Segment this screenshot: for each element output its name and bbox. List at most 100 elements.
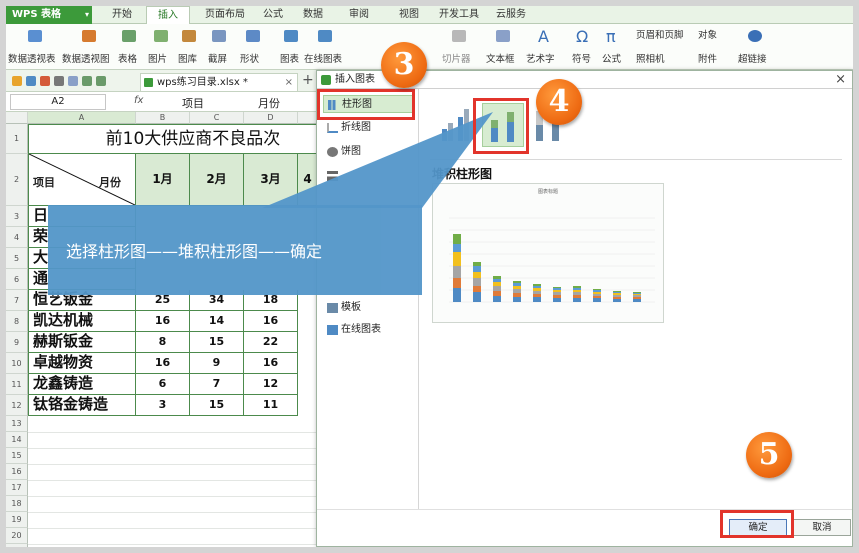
supplier-name-cell[interactable]: 钛铬金铸造	[28, 395, 136, 416]
chart-button[interactable]: 图表	[280, 51, 299, 65]
value-cell[interactable]: 22	[244, 332, 298, 353]
row-header[interactable]: 17	[6, 480, 28, 496]
header-footer-button[interactable]: 页眉和页脚	[636, 27, 684, 41]
row-header[interactable]: 6	[6, 269, 28, 290]
chart-type-template[interactable]: 模板	[323, 299, 413, 317]
pdf-icon[interactable]	[40, 76, 50, 86]
formula-button[interactable]: 公式	[602, 51, 621, 65]
value-cell[interactable]: 6	[136, 374, 190, 395]
preview-icon[interactable]	[68, 76, 78, 86]
month-header-cell[interactable]: 3月	[244, 154, 298, 206]
camera-button[interactable]: 照相机	[636, 51, 665, 65]
row-header[interactable]: 1	[6, 124, 28, 154]
close-icon[interactable]: ×	[835, 71, 846, 89]
row-header[interactable]: 4	[6, 227, 28, 248]
redo-icon[interactable]	[96, 76, 106, 86]
row-header[interactable]: 2	[6, 154, 28, 206]
row-header[interactable]: 8	[6, 311, 28, 332]
object-button[interactable]: 对象	[698, 27, 717, 41]
app-menu-button[interactable]: WPS 表格 ▾	[6, 6, 92, 24]
column-header-a[interactable]: A	[28, 112, 136, 124]
chart-type-pie[interactable]: 饼图	[323, 143, 413, 161]
row-header[interactable]: 20	[6, 528, 28, 544]
supplier-name-cell[interactable]: 龙鑫铸造	[28, 374, 136, 395]
row-header[interactable]: 18	[6, 496, 28, 512]
attachment-button[interactable]: 附件	[698, 51, 717, 65]
tab-developer[interactable]: 开发工具	[434, 6, 484, 24]
table-button[interactable]: 表格	[118, 51, 137, 65]
month-header-cell[interactable]: 1月	[136, 154, 190, 206]
row-header[interactable]: 16	[6, 464, 28, 480]
sheet-title-cell[interactable]: 前10大供应商不良品次	[28, 124, 316, 154]
formula-content-item[interactable]: 项目	[182, 95, 204, 111]
row-header[interactable]: 9	[6, 332, 28, 353]
chart-type-column[interactable]: 柱形图	[323, 95, 413, 113]
name-box[interactable]: A2	[10, 94, 106, 110]
picture-button[interactable]: 图片	[148, 51, 167, 65]
column-header-d[interactable]: D	[244, 112, 298, 124]
supplier-name-cell[interactable]: 卓越物资	[28, 353, 136, 374]
slicer-button[interactable]: 切片器	[442, 51, 471, 65]
corner-select-all[interactable]	[6, 112, 28, 124]
value-cell[interactable]: 8	[136, 332, 190, 353]
value-cell[interactable]: 14	[190, 311, 244, 332]
formula-content-month[interactable]: 月份	[258, 95, 280, 111]
row-header[interactable]: 10	[6, 353, 28, 374]
row-header[interactable]: 21	[6, 544, 28, 547]
row-header[interactable]: 14	[6, 432, 28, 448]
row-header[interactable]: 5	[6, 248, 28, 269]
undo-icon[interactable]	[82, 76, 92, 86]
value-cell[interactable]: 7	[190, 374, 244, 395]
tab-view[interactable]: 视图	[392, 6, 426, 24]
diagonal-header-cell[interactable]: 项目 月份	[28, 154, 136, 206]
row-header[interactable]: 11	[6, 374, 28, 395]
supplier-name-cell[interactable]: 凯达机械	[28, 311, 136, 332]
fx-icon[interactable]: fx	[134, 95, 143, 106]
online-chart-button[interactable]: 在线图表	[304, 51, 342, 65]
wordart-button[interactable]: 艺术字	[526, 51, 555, 65]
chart-preview[interactable]: 图表标题	[432, 183, 664, 323]
screenshot-button[interactable]: 截屏	[208, 51, 227, 65]
shapes-button[interactable]: 形状	[240, 51, 259, 65]
ok-button[interactable]: 确定	[729, 519, 787, 536]
value-cell[interactable]: 16	[244, 353, 298, 374]
subtype-clustered-column[interactable]	[436, 103, 478, 147]
row-header[interactable]: 3	[6, 206, 28, 227]
tab-formulas[interactable]: 公式	[256, 6, 290, 24]
value-cell[interactable]: 9	[190, 353, 244, 374]
document-tab[interactable]: wps练习目录.xlsx * ×	[140, 73, 298, 91]
month-header-cell[interactable]: 4	[298, 154, 316, 206]
supplier-name-cell[interactable]: 赫斯钣金	[28, 332, 136, 353]
value-cell[interactable]: 3	[136, 395, 190, 416]
value-cell[interactable]: 12	[244, 374, 298, 395]
chart-type-online[interactable]: 在线图表	[323, 321, 413, 339]
month-header-cell[interactable]: 2月	[190, 154, 244, 206]
open-folder-icon[interactable]	[12, 76, 22, 86]
gallery-button[interactable]: 图库	[178, 51, 197, 65]
pivot-chart-button[interactable]: 数据透视图	[62, 51, 110, 65]
value-cell[interactable]: 15	[190, 332, 244, 353]
new-tab-plus-icon[interactable]: +	[302, 72, 314, 88]
row-header[interactable]: 12	[6, 395, 28, 416]
column-header-c[interactable]: C	[190, 112, 244, 124]
tab-review[interactable]: 审阅	[342, 6, 376, 24]
subtype-stacked-column[interactable]	[482, 103, 524, 147]
hyperlink-button[interactable]: 超链接	[738, 51, 767, 65]
tab-data[interactable]: 数据	[296, 6, 330, 24]
textbox-button[interactable]: 文本框	[486, 51, 515, 65]
print-icon[interactable]	[54, 76, 64, 86]
tab-insert[interactable]: 插入	[146, 6, 190, 25]
value-cell[interactable]: 16	[136, 311, 190, 332]
spreadsheet-grid[interactable]: A B C D 1 2 3 4 5 6 7 8 9 10 11 12 13 14…	[6, 112, 316, 547]
row-header[interactable]: 7	[6, 290, 28, 311]
column-header-b[interactable]: B	[136, 112, 190, 124]
value-cell[interactable]: 16	[244, 311, 298, 332]
row-header[interactable]: 13	[6, 416, 28, 432]
save-icon[interactable]	[26, 76, 36, 86]
tab-page-layout[interactable]: 页面布局	[196, 6, 254, 24]
pivot-table-button[interactable]: 数据透视表	[8, 51, 56, 65]
cancel-button[interactable]: 取消	[793, 519, 851, 536]
value-cell[interactable]: 11	[244, 395, 298, 416]
symbol-button[interactable]: 符号	[572, 51, 591, 65]
row-header[interactable]: 15	[6, 448, 28, 464]
